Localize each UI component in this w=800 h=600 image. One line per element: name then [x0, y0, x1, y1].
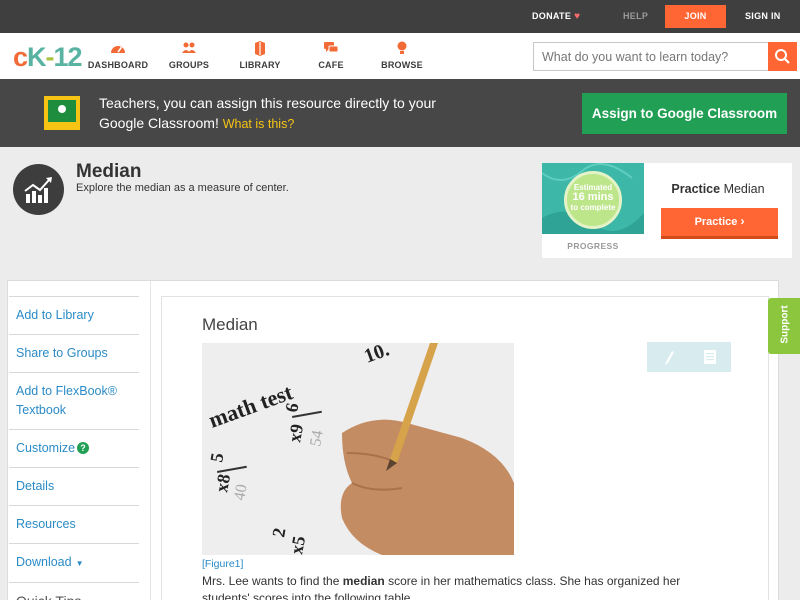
support-label: Support	[779, 305, 791, 344]
nav-groups[interactable]: GROUPS	[154, 41, 224, 70]
sidebar-item-download[interactable]: Download ▼	[9, 543, 139, 582]
svg-text:54: 54	[307, 429, 327, 448]
progress-graphic: Estimated 16 mins to complete	[542, 163, 644, 234]
library-icon	[225, 41, 295, 57]
logo-k: K	[27, 42, 46, 72]
nav-browse-label: BROWSE	[381, 60, 423, 70]
google-classroom-icon	[44, 96, 80, 130]
customize-label: Customize	[16, 441, 76, 455]
practice-title-bold: Practice	[671, 182, 721, 196]
concept-chart-icon	[13, 164, 64, 215]
caret-down-icon: ▼	[75, 559, 84, 568]
sidebar-item-share-to-groups[interactable]: Share to Groups	[9, 334, 139, 372]
search-button[interactable]	[768, 42, 797, 71]
svg-text:x9: x9	[284, 422, 307, 443]
dashboard-icon	[83, 41, 153, 57]
notes-icon	[704, 350, 716, 364]
cafe-icon	[296, 41, 366, 57]
sidebar: Add to Library Share to Groups Add to Fl…	[9, 296, 139, 600]
what-is-this-link[interactable]: What is this?	[223, 117, 295, 131]
nav-library[interactable]: LIBRARY	[225, 41, 295, 70]
nav-dashboard-label: DASHBOARD	[87, 60, 149, 70]
divider	[150, 281, 151, 600]
help-icon[interactable]: ?	[77, 442, 90, 454]
nav-cafe[interactable]: CAFE	[296, 41, 366, 70]
svg-text:x8: x8	[211, 472, 234, 493]
annotation-toolbar	[647, 342, 731, 372]
vocab-term-median[interactable]: median	[343, 574, 385, 588]
ck12-logo[interactable]: cK-12	[13, 42, 83, 73]
progress-circle: Estimated 16 mins to complete	[564, 171, 622, 229]
sidebar-item-details[interactable]: Details	[9, 467, 139, 505]
logo-c: c	[13, 42, 28, 72]
practice-button[interactable]: Practice ›	[661, 208, 778, 239]
groups-icon	[154, 41, 224, 57]
concept-description: Explore the median as a measure of cente…	[76, 182, 289, 194]
chevron-right-icon: ›	[740, 214, 745, 228]
browse-icon	[367, 41, 437, 57]
support-tab[interactable]: Support	[768, 298, 800, 354]
sign-in-link[interactable]: SIGN IN	[745, 0, 781, 33]
nav-groups-label: GROUPS	[168, 60, 210, 70]
logo-dash: -	[45, 42, 55, 72]
nav-library-label: LIBRARY	[239, 60, 281, 70]
heart-icon: ♥	[574, 11, 581, 22]
para-text-1: Mrs. Lee wants to find the	[202, 574, 343, 588]
figure-math-test-image: math test 10. 6 x9 5 x8 2 x5 6 54 40	[202, 343, 514, 555]
highlight-tool[interactable]	[647, 342, 689, 372]
logo-num: 12	[53, 42, 83, 72]
progress-label: PROGRESS	[567, 241, 619, 251]
practice-title-topic: Median	[723, 182, 765, 196]
join-button[interactable]: JOIN	[665, 5, 726, 28]
figure-caption[interactable]: [Figure1]	[202, 558, 243, 570]
download-label: Download	[16, 555, 72, 569]
nav-dashboard[interactable]: DASHBOARD	[83, 41, 153, 70]
help-link[interactable]: HELP	[623, 0, 648, 33]
sidebar-item-customize[interactable]: Customize?	[9, 429, 139, 467]
top-bar: DONATE ♥ HELP JOIN SIGN IN	[0, 0, 800, 33]
lesson-paragraph: Mrs. Lee wants to find the median score …	[202, 573, 722, 600]
notes-tool[interactable]	[689, 342, 731, 372]
practice-button-label: Practice	[694, 216, 738, 228]
pencil-icon	[665, 351, 674, 365]
sidebar-item-add-to-library[interactable]: Add to Library	[9, 296, 139, 334]
search-icon	[775, 49, 790, 64]
estimated-minutes: 16 mins	[572, 191, 614, 203]
assign-to-google-classroom-button[interactable]: Assign to Google Classroom	[582, 93, 787, 134]
content-title: Median	[202, 315, 258, 334]
search-box	[533, 42, 797, 71]
quick-tips-heading: Quick Tips	[9, 582, 139, 600]
search-input[interactable]	[534, 43, 769, 70]
banner-text: Teachers, you can assign this resource d…	[99, 93, 449, 134]
sidebar-item-add-to-flexbook[interactable]: Add to FlexBook® Textbook	[9, 372, 139, 429]
practice-title: Practice Median	[644, 182, 792, 196]
main-nav: cK-12 DASHBOARD GROUPS LIBRARY CAFE BROW…	[0, 33, 800, 79]
nav-browse[interactable]: BROWSE	[367, 41, 437, 70]
donate-label: DONATE	[532, 11, 572, 21]
donate-link[interactable]: DONATE ♥	[532, 0, 580, 33]
concept-title: Median	[76, 161, 142, 182]
google-classroom-banner: Teachers, you can assign this resource d…	[0, 79, 800, 147]
svg-text:x5: x5	[286, 534, 309, 555]
practice-card: Estimated 16 mins to complete PROGRESS P…	[542, 163, 792, 258]
sidebar-item-resources[interactable]: Resources	[9, 505, 139, 543]
svg-text:40: 40	[231, 483, 251, 502]
to-complete-label: to complete	[570, 203, 616, 212]
nav-cafe-label: CAFE	[318, 60, 344, 70]
